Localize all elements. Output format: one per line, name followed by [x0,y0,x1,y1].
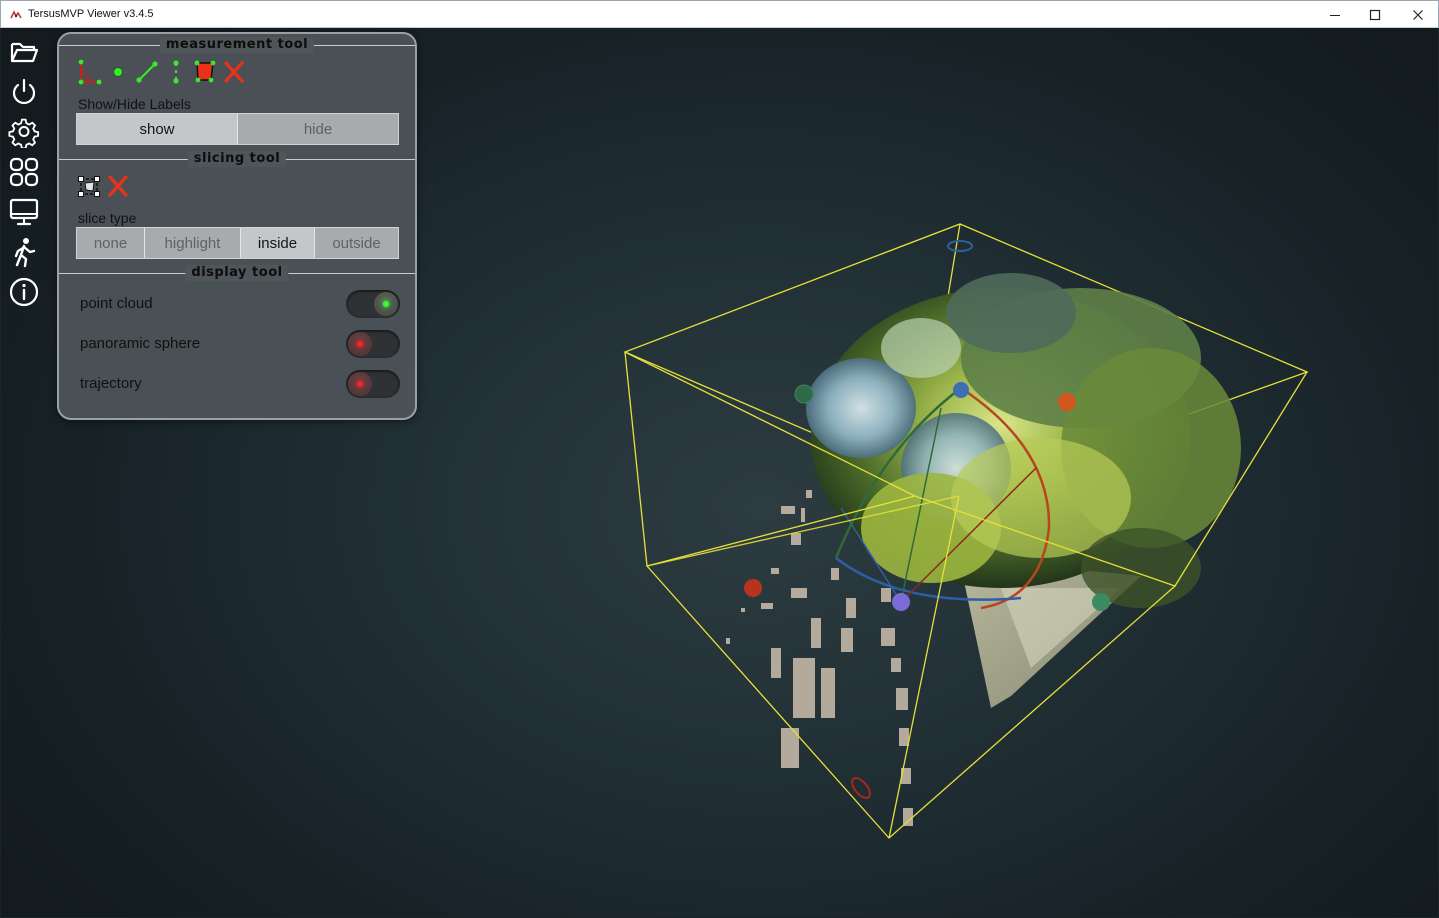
slice-type-outside-button[interactable]: outside [315,228,398,258]
apps-grid-icon [9,157,39,187]
point-cloud-label: point cloud [80,295,153,312]
angle-measure-icon [78,59,102,85]
walk-mode-button[interactable] [6,234,42,270]
power-button[interactable] [6,74,42,110]
measurement-tool-header: measurement tool [59,37,415,53]
panoramic-sphere-switch[interactable] [346,330,400,358]
panoramic-sphere-label: panoramic sphere [80,335,201,352]
area-measure-button[interactable] [191,58,219,86]
rotate-ring-blue-icon[interactable] [947,240,973,252]
slicing-tools-row [75,172,133,200]
point-cloud-switch[interactable] [346,290,400,318]
window-title: TersusMVP Viewer v3.4.5 [28,8,154,20]
switch-knob-off-icon [348,332,372,356]
maximize-icon [1369,9,1381,20]
trajectory-switch[interactable] [346,370,400,398]
minimize-button[interactable] [1313,1,1357,28]
close-button[interactable] [1396,1,1439,28]
labels-toggle-group: show hide [76,113,399,145]
display-button[interactable] [6,194,42,230]
distance-measure-button[interactable] [133,58,161,86]
height-measure-icon [173,60,179,84]
handle-orange-icon[interactable] [1058,393,1076,411]
maximize-button[interactable] [1353,1,1397,28]
settings-gear-icon [8,118,40,148]
apps-button[interactable] [6,154,42,190]
handle-teal-icon[interactable] [1092,593,1110,611]
slice-type-group: none highlight inside outside [76,227,399,259]
minimize-icon [1330,14,1340,16]
display-tool-header: display tool [59,265,415,281]
tree-canopy [806,273,1241,608]
handle-red-icon[interactable] [744,579,762,597]
labels-show-button[interactable]: show [77,114,238,144]
monitor-icon [9,198,39,226]
open-folder-icon [10,42,39,63]
handle-green-icon[interactable] [794,384,814,404]
area-measure-icon [194,60,216,83]
slice-type-inside-button[interactable]: inside [241,228,315,258]
slicing-tool-title: slicing tool [187,151,287,167]
tool-panel: measurement tool Show/Hide Labels show h… [57,32,417,420]
settings-button[interactable] [6,114,42,150]
slice-box-icon [78,176,100,197]
slicing-tool-header: slicing tool [59,151,415,167]
close-icon [1413,9,1423,20]
open-file-button[interactable] [6,34,42,70]
clear-slice-button[interactable] [104,172,132,200]
labels-caption: Show/Hide Labels [78,96,191,112]
app-logo-icon [10,10,22,19]
point-measure-icon [113,67,123,77]
clear-measurements-button[interactable] [220,58,248,86]
distance-measure-icon [136,61,158,83]
clear-slice-icon [108,175,128,197]
clear-measurements-icon [224,61,244,83]
measurement-tools-row [75,58,249,86]
info-button[interactable] [6,274,42,310]
trajectory-toggle-row: trajectory [80,370,400,398]
slice-type-none-button[interactable]: none [77,228,145,258]
left-toolbar [6,34,44,314]
labels-hide-button[interactable]: hide [238,114,398,144]
height-measure-button[interactable] [162,58,190,86]
measurement-tool-title: measurement tool [159,37,315,53]
slice-type-highlight-button[interactable]: highlight [145,228,241,258]
switch-knob-on-icon [374,292,398,316]
point-measure-button[interactable] [104,58,132,86]
point-cloud-toggle-row: point cloud [80,290,400,318]
slice-type-caption: slice type [78,210,137,226]
power-icon [12,78,36,105]
slice-box-button[interactable] [75,172,103,200]
trajectory-label: trajectory [80,375,142,392]
display-tool-title: display tool [185,265,289,281]
info-icon [9,277,39,307]
angle-measure-button[interactable] [75,58,103,86]
panoramic-sphere-toggle-row: panoramic sphere [80,330,400,358]
switch-knob-off-icon [348,372,372,396]
title-bar: TersusMVP Viewer v3.4.5 [0,0,1439,28]
walk-mode-icon [14,238,36,268]
